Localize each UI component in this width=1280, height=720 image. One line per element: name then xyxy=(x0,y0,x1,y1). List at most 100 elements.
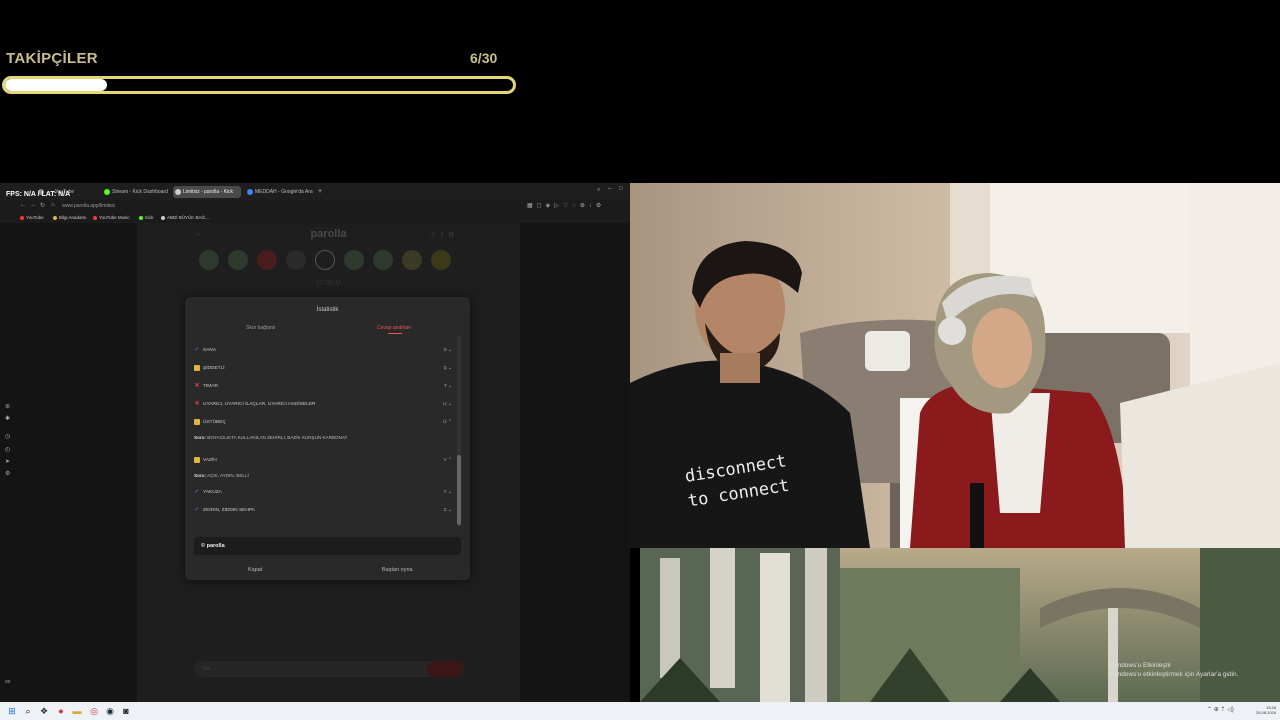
goal-progress-fill xyxy=(5,79,107,91)
system-tray[interactable]: ⌃ ⊕ ⇡ ◁) xyxy=(1207,706,1234,713)
tab-favicon-icon xyxy=(104,189,110,195)
answer-row[interactable]: ✕ TIMAR T ⌄ xyxy=(194,382,452,392)
pass-icon xyxy=(194,419,200,425)
answer-word: SANA xyxy=(203,348,217,353)
answer-letter: T ⌄ xyxy=(443,384,452,389)
openai-icon[interactable]: ⊛ xyxy=(5,403,10,410)
letter-circles xyxy=(199,250,459,272)
modal-title: İstatistik xyxy=(316,307,339,313)
perplexity-icon[interactable]: ✱ xyxy=(5,415,10,422)
goal-target: 30 xyxy=(481,50,498,66)
answer-row-expanded[interactable]: VAZİH V ⌃ xyxy=(194,456,452,466)
follower-goal-widget: TAKİPÇİLER 6/30 xyxy=(0,0,520,100)
clock-icon[interactable]: ◴ xyxy=(5,446,10,453)
steam-icon[interactable]: ◉ xyxy=(104,705,116,717)
address-bar: ← → ↻ ⌂ www.parolla.app/limitsiz ▦◻◈▷♡◌⊕… xyxy=(0,200,630,212)
answer-letter: Z ⌄ xyxy=(443,508,452,513)
minimize-icon[interactable]: – xyxy=(608,186,611,192)
bookmark-favicon-icon xyxy=(20,215,24,220)
check-icon: ✓ xyxy=(194,507,200,513)
letter-circle xyxy=(431,250,451,270)
tab-favicon-icon xyxy=(175,189,181,195)
game-timer: 17:00 M xyxy=(315,280,342,287)
list-scrollbar[interactable] xyxy=(457,335,461,526)
answer-word: ÜSTÜBEÇ xyxy=(203,420,226,425)
answer-word: ZIDDIN, ZIDDIN SEHPA xyxy=(203,508,255,513)
bookmark-item[interactable]: YouTube Music xyxy=(93,215,130,220)
browser-tab-active[interactable]: Limitsiz - parolla - Kick xyxy=(173,186,241,198)
restart-button[interactable]: Baştan oyna xyxy=(382,567,413,573)
answer-letter: V ⌃ xyxy=(443,458,452,463)
goal-count: 6/30 xyxy=(470,50,497,66)
search-icon[interactable]: ⌕ xyxy=(22,705,34,717)
goal-title: TAKİPÇİLER xyxy=(6,50,98,67)
answer-row[interactable]: ✕ UYARICI, UYARICI İLAÇLAR, UYARICI HADİ… xyxy=(194,400,452,410)
answer-letter: U ⌄ xyxy=(443,402,452,407)
pass-icon xyxy=(194,365,200,371)
close-button[interactable]: Kapat xyxy=(248,567,262,573)
answer-word: UYARICI, UYARICI İLAÇLAR, UYARICI HADİSE… xyxy=(203,402,316,407)
answer-word: VAZİH xyxy=(203,458,217,463)
fps-latency-readout: FPS: N/A / LAT: N/A xyxy=(6,191,71,198)
search-icon[interactable]: ⌕ xyxy=(597,187,600,194)
letter-circle xyxy=(199,250,219,270)
cross-icon: ✕ xyxy=(194,383,200,389)
extension-icons[interactable]: ▦◻◈▷♡◌⊕↓⚙ xyxy=(527,202,605,209)
bookmark-item[interactable]: ABDİ BÜYÜK BAĞ... xyxy=(161,215,209,220)
scrollbar-thumb[interactable] xyxy=(457,455,461,525)
system-clock[interactable]: 13:28 25.08.2024 xyxy=(1250,705,1276,715)
answer-input[interactable]: Yaz... xyxy=(194,661,464,677)
task-view-icon[interactable]: ❖ xyxy=(38,705,50,717)
new-tab-button[interactable]: + xyxy=(316,186,326,198)
windows-start-icon[interactable]: ⊞ xyxy=(6,705,18,717)
url-field[interactable]: www.parolla.app/limitsiz xyxy=(62,203,115,209)
activation-subtitle: Windows'u etkinleştirmek için Ayarlar'a … xyxy=(1110,671,1239,678)
file-explorer-icon[interactable]: ▬ xyxy=(71,705,83,717)
tab-score[interactable]: Skor bağlantı xyxy=(246,325,275,331)
answer-row[interactable]: ✓ ZIDDIN, ZIDDIN SEHPA Z ⌄ xyxy=(194,506,452,516)
bookmark-favicon-icon xyxy=(53,215,57,220)
question-text: Soru: BOYACILIKTA KULLANILAN ZEHİRLİ, BA… xyxy=(194,435,348,440)
tab-answer-key[interactable]: Cevap anahtarı xyxy=(377,325,411,331)
answer-word: YAKUZA xyxy=(203,490,222,495)
obs-icon[interactable]: ◙ xyxy=(120,705,132,717)
answer-letter: Ş ⌄ xyxy=(443,366,452,371)
page-toolbar-icons[interactable]: ⓘ⇪⚙ xyxy=(429,230,457,240)
letter-circle xyxy=(402,250,422,270)
lock-icon: ⌂ xyxy=(51,202,55,208)
back-icon[interactable]: ← xyxy=(20,202,26,208)
bookmark-item[interactable]: YouTube xyxy=(20,215,44,220)
send-icon[interactable]: ➤ xyxy=(5,458,10,465)
activation-title: Windows'u Etkinleştir xyxy=(1110,662,1172,669)
submit-answer-button[interactable] xyxy=(427,661,463,677)
windows-taskbar: ⊞ ⌕ ❖ ● ▬ ◎ ◉ ◙ ⌃ ⊕ ⇡ ◁) 13:28 25.08.202… xyxy=(0,702,1280,720)
tab-favicon-icon xyxy=(247,189,253,195)
answer-row[interactable]: ✓ SANA S ⌄ xyxy=(194,346,452,356)
answer-row[interactable]: ✓ YAKUZA Y ⌄ xyxy=(194,488,452,498)
history-icon[interactable]: ◷ xyxy=(5,433,10,440)
bookmark-item[interactable]: Kick xyxy=(139,215,154,220)
answer-row[interactable]: ŞİDDETLİ Ş ⌄ xyxy=(194,364,452,374)
forward-icon[interactable]: → xyxy=(30,202,36,208)
browser-tab[interactable]: Stream - Kick Dashboard xyxy=(102,186,170,198)
brand-footer: © parolla xyxy=(194,537,461,555)
active-tab-underline xyxy=(388,333,402,334)
answer-word: ŞİDDETLİ xyxy=(203,366,225,371)
browser-icon[interactable]: ◎ xyxy=(88,705,100,717)
check-icon: ✓ xyxy=(194,489,200,495)
page-title: parolla xyxy=(310,228,347,240)
question-text: Soru: AÇIK, AYDIN, BELLİ xyxy=(194,473,249,478)
browser-tab-bar: ... - YouTube Stream - Kick Dashboard Li… xyxy=(0,183,630,200)
app-icon[interactable]: ● xyxy=(55,705,67,717)
more-icon[interactable]: ox xyxy=(5,679,10,685)
bookmark-favicon-icon xyxy=(139,215,143,220)
check-icon: ✓ xyxy=(194,347,200,353)
browser-tab[interactable]: MEDDAH - Google'da Ara xyxy=(245,186,315,198)
answer-letter: S ⌄ xyxy=(443,348,452,353)
answer-row-expanded[interactable]: ÜSTÜBEÇ Ü ⌃ xyxy=(194,418,452,428)
bookmark-item[interactable]: Bilgi Anadamı xyxy=(53,215,87,220)
reload-icon[interactable]: ↻ xyxy=(40,202,45,209)
answer-key-list: ✓ SANA S ⌄ ŞİDDETLİ Ş ⌄ ✕ TIMAR T ⌄ ✕ UY… xyxy=(185,341,470,526)
maximize-icon[interactable]: □ xyxy=(619,186,623,192)
settings-icon[interactable]: ⚙ xyxy=(5,470,10,477)
